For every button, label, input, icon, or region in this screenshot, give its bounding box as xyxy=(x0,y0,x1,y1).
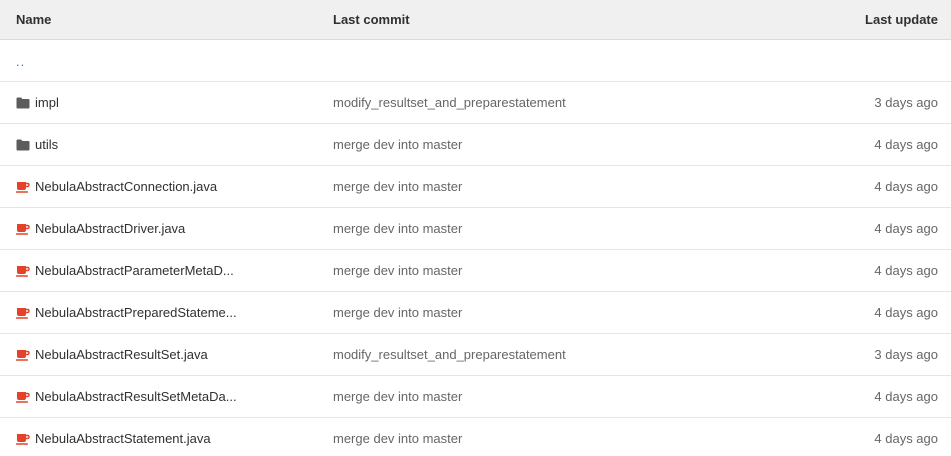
table-row[interactable]: NebulaAbstractResultSetMetaDa... merge de… xyxy=(0,376,951,418)
commit-message-link[interactable]: merge dev into master xyxy=(318,263,768,278)
file-link[interactable]: NebulaAbstractPreparedStateme... xyxy=(35,305,237,320)
table-row[interactable]: NebulaAbstractStatement.java merge dev in… xyxy=(0,418,951,456)
commit-message-link[interactable]: merge dev into master xyxy=(318,221,768,236)
file-tree: Name Last commit Last update .. impl modi… xyxy=(0,0,951,456)
commit-message-link[interactable]: merge dev into master xyxy=(318,305,768,320)
column-header-last-commit: Last commit xyxy=(333,12,410,27)
commit-message-link[interactable]: merge dev into master xyxy=(318,137,768,152)
table-row[interactable]: NebulaAbstractResultSet.java modify_resul… xyxy=(0,334,951,376)
java-icon xyxy=(16,391,30,403)
java-icon xyxy=(16,307,30,319)
java-icon xyxy=(16,223,30,235)
file-link[interactable]: NebulaAbstractConnection.java xyxy=(35,179,217,194)
table-row[interactable]: NebulaAbstractParameterMetaD... merge dev… xyxy=(0,250,951,292)
file-link[interactable]: NebulaAbstractResultSetMetaDa... xyxy=(35,389,237,404)
folder-link[interactable]: impl xyxy=(35,95,59,110)
java-icon xyxy=(16,181,30,193)
folder-link[interactable]: utils xyxy=(35,137,58,152)
folder-icon xyxy=(16,139,30,151)
java-icon xyxy=(16,349,30,361)
parent-directory-row[interactable]: .. xyxy=(0,40,951,82)
commit-message-link[interactable]: modify_resultset_and_preparestatement xyxy=(318,95,768,110)
commit-message-link[interactable]: merge dev into master xyxy=(318,179,768,194)
file-link[interactable]: NebulaAbstractStatement.java xyxy=(35,431,211,446)
last-update-time: 4 days ago xyxy=(874,263,938,278)
table-row[interactable]: impl modify_resultset_and_preparestatemen… xyxy=(0,82,951,124)
commit-message-link[interactable]: merge dev into master xyxy=(318,431,768,446)
file-link[interactable]: NebulaAbstractDriver.java xyxy=(35,221,185,236)
last-update-time: 4 days ago xyxy=(874,431,938,446)
column-header-last-update: Last update xyxy=(865,12,938,27)
column-header-name: Name xyxy=(16,12,52,27)
last-update-time: 4 days ago xyxy=(874,221,938,236)
file-link[interactable]: NebulaAbstractParameterMetaD... xyxy=(35,263,234,278)
last-update-time: 4 days ago xyxy=(874,137,938,152)
last-update-time: 3 days ago xyxy=(874,95,938,110)
commit-message-link[interactable]: merge dev into master xyxy=(318,389,768,404)
parent-directory-link[interactable]: .. xyxy=(16,54,25,68)
table-header: Name Last commit Last update xyxy=(0,0,951,40)
file-link[interactable]: NebulaAbstractResultSet.java xyxy=(35,347,208,362)
last-update-time: 4 days ago xyxy=(874,305,938,320)
java-icon xyxy=(16,265,30,277)
last-update-time: 3 days ago xyxy=(874,347,938,362)
folder-icon xyxy=(16,97,30,109)
last-update-time: 4 days ago xyxy=(874,389,938,404)
table-row[interactable]: NebulaAbstractPreparedStateme... merge de… xyxy=(0,292,951,334)
table-row[interactable]: utils merge dev into master 4 days ago xyxy=(0,124,951,166)
table-row[interactable]: NebulaAbstractConnection.java merge dev i… xyxy=(0,166,951,208)
java-icon xyxy=(16,433,30,445)
commit-message-link[interactable]: modify_resultset_and_preparestatement xyxy=(318,347,768,362)
table-row[interactable]: NebulaAbstractDriver.java merge dev into … xyxy=(0,208,951,250)
last-update-time: 4 days ago xyxy=(874,179,938,194)
